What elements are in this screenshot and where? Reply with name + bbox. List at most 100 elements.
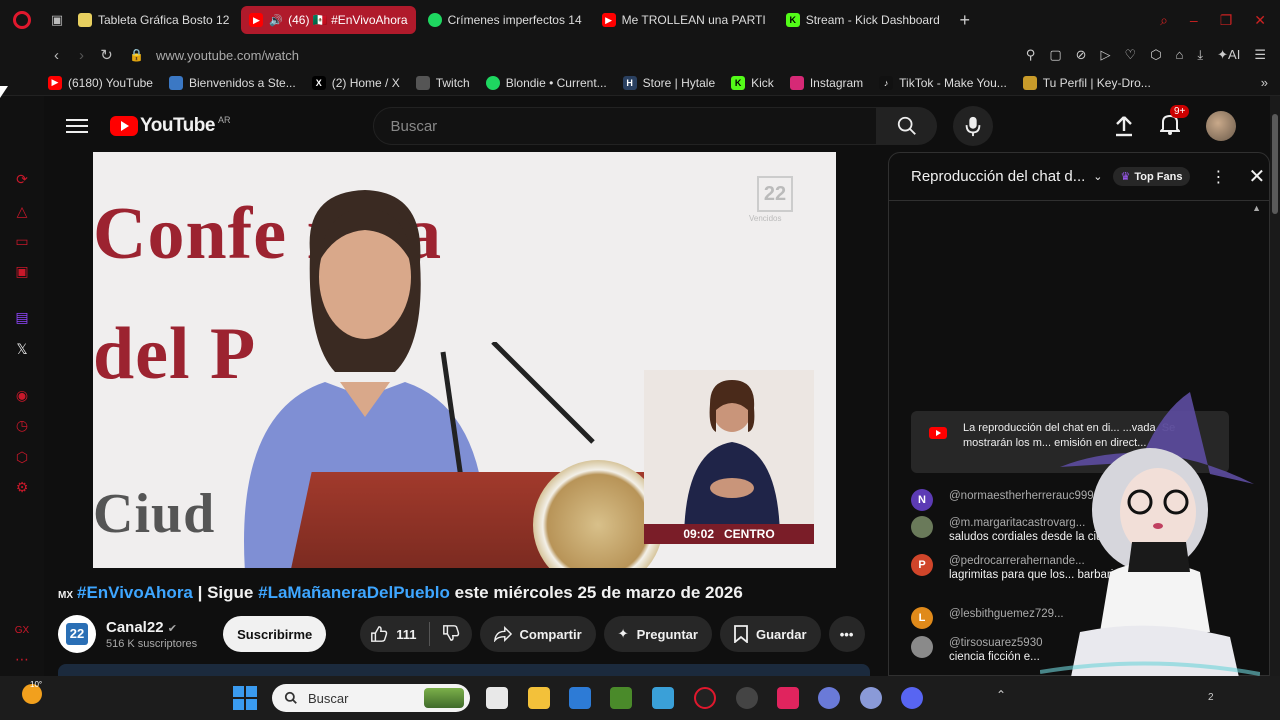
player-icon[interactable]: ◉ [13, 386, 31, 404]
description-box-edge[interactable] [58, 664, 870, 676]
file-explorer-icon[interactable] [528, 687, 550, 709]
snapshot-icon[interactable]: ▢ [1049, 47, 1061, 63]
subscribe-button[interactable]: Suscribirme [223, 616, 327, 652]
obs-icon[interactable] [736, 687, 758, 709]
hashtag-link[interactable]: #EnVivoAhora [77, 583, 193, 602]
chevron-down-icon[interactable]: ⌄ [1093, 170, 1102, 183]
wallet-icon[interactable]: ⌂ [1176, 47, 1184, 63]
chat-avatar[interactable]: L [911, 607, 933, 629]
tab-spotify[interactable]: Crímenes imperfectos 14 [420, 6, 590, 34]
opera-gx-icon[interactable] [694, 687, 716, 709]
messenger-icon[interactable]: ▣ [13, 262, 31, 280]
crypto-icon[interactable]: △ [13, 202, 31, 220]
app-icon[interactable] [652, 687, 674, 709]
gx-corner-icon[interactable]: ▭ [13, 232, 31, 250]
more-sidebar-icon[interactable]: ⋯ [13, 650, 31, 668]
chevron-up-icon[interactable]: ⌃ [996, 688, 1006, 702]
channel-avatar[interactable]: 22 [58, 615, 96, 653]
extensions-sidebar-icon[interactable]: ⬡ [13, 448, 31, 466]
voice-search-button[interactable] [953, 106, 994, 146]
bookmark-steam[interactable]: Bienvenidos a Ste... [168, 75, 296, 90]
task-view-icon[interactable] [486, 687, 508, 709]
weather-widget[interactable]: 10° [22, 680, 42, 704]
chat-avatar[interactable]: N [911, 489, 933, 511]
bookmark-instagram[interactable]: Instagram [789, 75, 863, 90]
start-button[interactable] [233, 686, 257, 710]
url-field[interactable]: www.youtube.com/watch [156, 48, 299, 63]
ai-icon[interactable]: ✦AI [1217, 47, 1240, 63]
bookmark-kick[interactable]: K Kick [731, 75, 774, 90]
close-window-icon[interactable]: ✕ [1254, 12, 1266, 29]
back-icon[interactable]: ‹ [44, 47, 69, 64]
chat-avatar[interactable] [911, 636, 933, 658]
tab-snapshot-icon[interactable]: ▣ [44, 12, 70, 28]
save-button[interactable]: Guardar [719, 616, 821, 652]
discord-icon[interactable] [901, 687, 923, 709]
hashtag-link[interactable]: #LaMañaneraDelPueblo [258, 583, 450, 602]
bookmark-twitch[interactable]: Twitch [415, 75, 470, 90]
notifications-button[interactable]: 9+ [1158, 104, 1190, 140]
minecraft-icon[interactable] [610, 687, 632, 709]
tiktok-live-icon[interactable] [777, 687, 799, 709]
bookmark-x[interactable]: X (2) Home / X [311, 75, 400, 90]
page-scrollbar[interactable] [1270, 96, 1280, 676]
aria-icon[interactable]: ⟳ [13, 170, 31, 188]
opera-logo-icon[interactable] [0, 0, 44, 40]
twitch-icon[interactable]: ▤ [13, 308, 31, 326]
forward-icon[interactable]: › [69, 47, 94, 64]
bookmark-hytale[interactable]: H Store | Hytale [622, 75, 715, 90]
more-actions-button[interactable]: ••• [828, 616, 865, 652]
tab-kick[interactable]: K Stream - Kick Dashboard [778, 6, 948, 34]
channel-name[interactable]: Canal22 ✔ [106, 619, 197, 636]
new-tab-button[interactable]: + [952, 10, 978, 31]
video-player[interactable]: Confe ncia del P Ciud 22 Vencidos 09:02 … [93, 152, 836, 568]
search-button[interactable] [877, 107, 938, 145]
reload-icon[interactable]: ↻ [94, 46, 119, 64]
bookmark-spotify[interactable]: Blondie • Current... [485, 75, 607, 90]
close-icon[interactable]: ✕ [1248, 164, 1265, 189]
play-icon[interactable]: ▷ [1101, 47, 1111, 63]
app-icon[interactable] [818, 687, 840, 709]
chat-title[interactable]: Reproducción del chat d... [911, 168, 1085, 185]
like-button[interactable]: 111 [360, 622, 430, 646]
chat-scroll-up-icon[interactable]: ▲ [1252, 203, 1261, 213]
upload-icon[interactable] [1114, 115, 1134, 137]
taskbar-search[interactable]: Buscar [272, 684, 470, 712]
search-tabs-icon[interactable]: ⌕ [1160, 12, 1168, 29]
hamburger-menu-icon[interactable] [66, 119, 88, 133]
youtube-logo[interactable]: YouTube AR [110, 115, 230, 137]
download-icon[interactable]: ⤓ [1197, 47, 1203, 63]
speaker-icon[interactable]: 🔊 [269, 14, 283, 27]
tab-tableta[interactable]: Tableta Gráfica Bosto 12 [70, 6, 237, 34]
store-icon[interactable] [569, 687, 591, 709]
bookmark-keydrop[interactable]: Tu Perfil | Key-Dro... [1022, 75, 1151, 90]
adblock-icon[interactable]: ⊘ [1076, 47, 1087, 63]
menu-icon[interactable]: ☰ [1254, 47, 1266, 63]
bookmark-tiktok[interactable]: ♪ TikTok - Make You... [879, 75, 1007, 90]
settings-icon[interactable]: ⚙ [13, 478, 31, 496]
search-input[interactable]: Buscar [373, 107, 878, 145]
ask-button[interactable]: ✦ Preguntar [603, 616, 712, 652]
heart-icon[interactable]: ♡ [1125, 47, 1137, 63]
chat-avatar[interactable]: P [911, 554, 933, 576]
lock-icon[interactable]: 🔒 [129, 48, 144, 62]
gx-icon[interactable]: GX [13, 622, 31, 640]
history-icon[interactable]: ◷ [13, 416, 31, 434]
chat-options-icon[interactable]: ⋮ [1210, 167, 1226, 187]
pin-icon[interactable]: ⚲ [1026, 47, 1036, 63]
minimize-icon[interactable]: – [1190, 12, 1198, 29]
bookmark-youtube[interactable]: ▶ (6180) YouTube [48, 75, 153, 90]
x-icon[interactable]: 𝕏 [13, 340, 31, 358]
app-icon[interactable] [860, 687, 882, 709]
chat-author[interactable]: @tirsosuarez5930 [949, 636, 1043, 650]
top-fans-badge[interactable]: ♛ Top Fans [1112, 167, 1191, 186]
tab-youtube-active[interactable]: ▶ 🔊 (46) 🇲🇽 #EnVivoAhora [241, 6, 416, 34]
bookmarks-overflow-icon[interactable]: » [1261, 75, 1268, 90]
maximize-icon[interactable]: ❐ [1220, 12, 1233, 29]
scrollbar-thumb[interactable] [1272, 114, 1278, 214]
account-avatar[interactable] [1206, 111, 1236, 141]
dislike-button[interactable] [430, 624, 472, 645]
extensions-icon[interactable]: ⬡ [1150, 47, 1161, 63]
tab-youtube[interactable]: ▶ Me TROLLEAN una PARTI [594, 6, 774, 34]
share-button[interactable]: Compartir [479, 616, 596, 652]
